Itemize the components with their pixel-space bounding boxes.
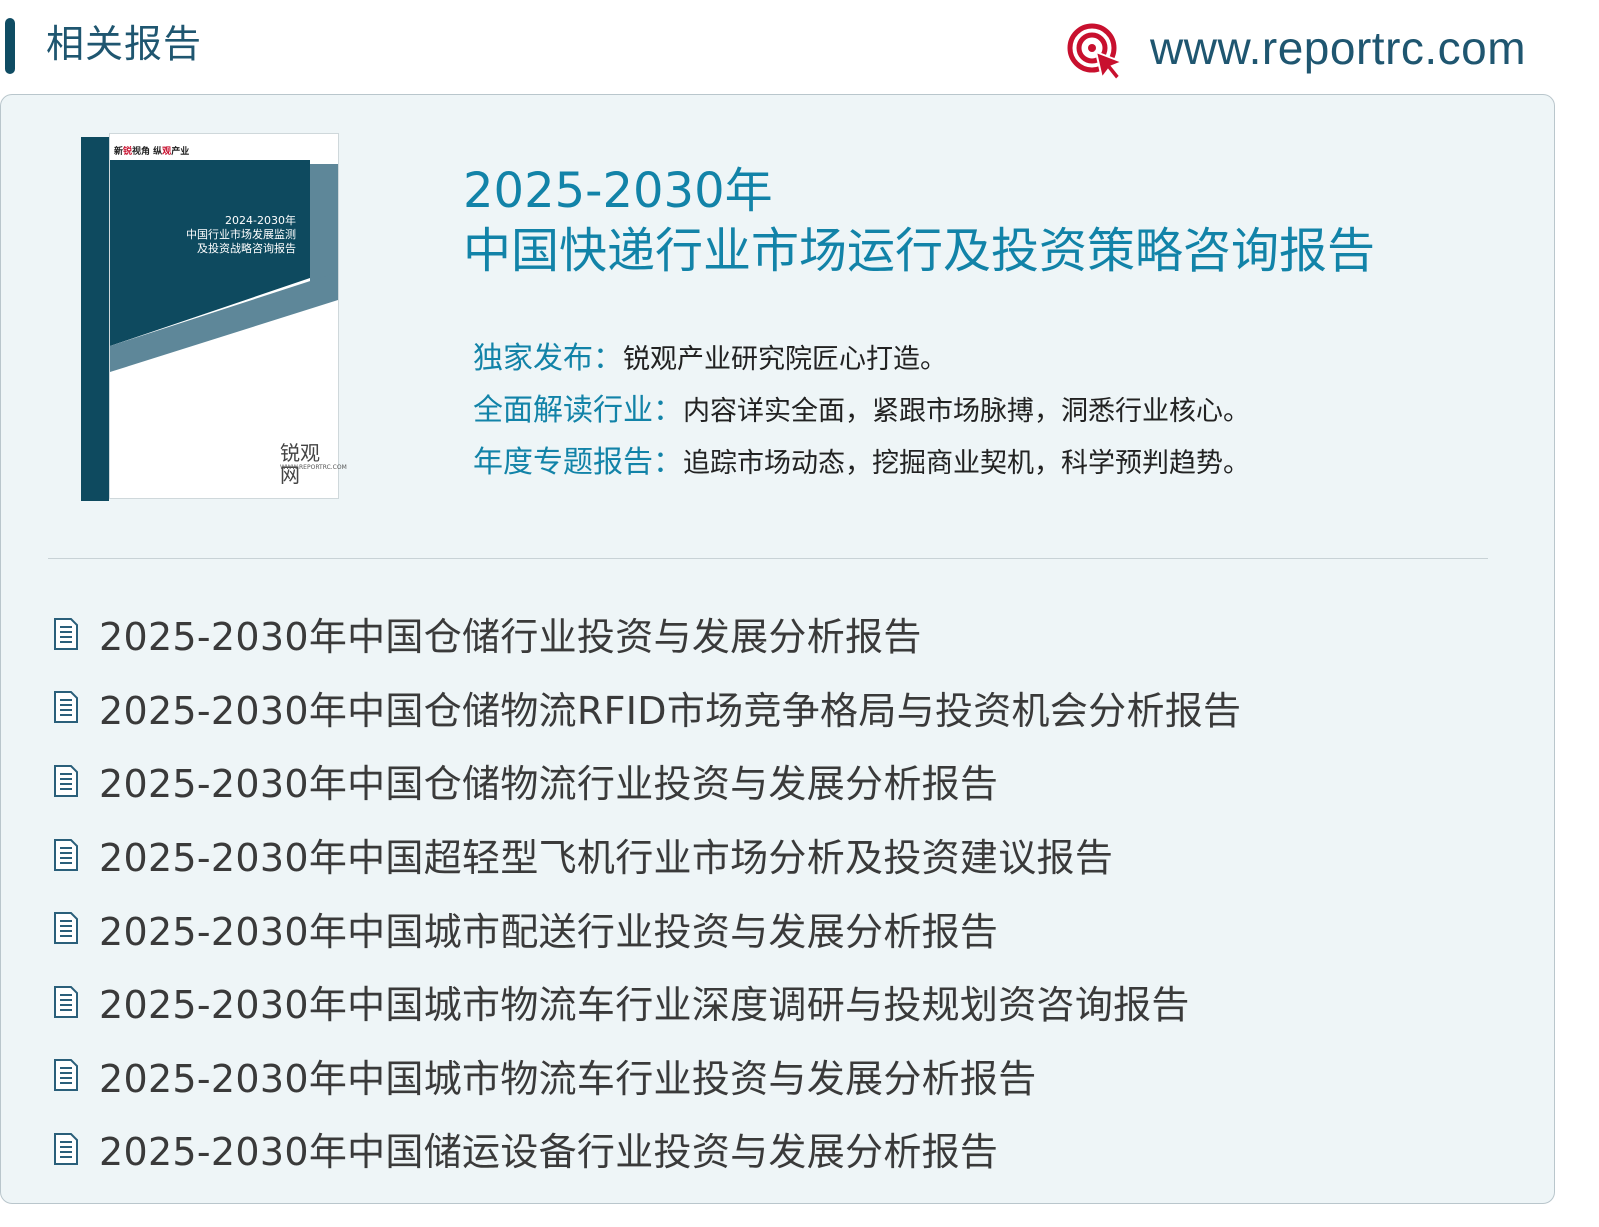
- document-icon: [54, 764, 78, 797]
- list-item[interactable]: 2025-2030年中国储运设备行业投资与发展分析报告: [51, 1112, 1241, 1186]
- target-cursor-icon[interactable]: [1066, 22, 1126, 82]
- feature-list: 独家发布：锐观产业研究院匠心打造。 全面解读行业：内容详实全面，紧跟市场脉搏，洞…: [473, 333, 1250, 489]
- site-url-link[interactable]: www.reportrc.com: [1150, 20, 1526, 76]
- list-item[interactable]: 2025-2030年中国城市物流车行业深度调研与投规划资咨询报告: [51, 965, 1241, 1039]
- divider: [48, 558, 1488, 559]
- list-item[interactable]: 2025-2030年中国超轻型飞机行业市场分析及投资建议报告: [51, 818, 1241, 892]
- header-accent-bar: [5, 18, 15, 74]
- list-item[interactable]: 2025-2030年中国仓储行业投资与发展分析报告: [51, 597, 1241, 671]
- cover-title: 2024-2030年 中国行业市场发展监测 及投资战略咨询报告: [186, 214, 296, 255]
- list-item[interactable]: 2025-2030年中国仓储物流行业投资与发展分析报告: [51, 744, 1241, 818]
- report-link[interactable]: 2025-2030年中国仓储物流行业投资与发展分析报告: [99, 753, 998, 808]
- list-item[interactable]: 2025-2030年中国城市物流车行业投资与发展分析报告: [51, 1039, 1241, 1113]
- section-title: 相关报告: [46, 22, 203, 66]
- report-link[interactable]: 2025-2030年中国城市物流车行业深度调研与投规划资咨询报告: [99, 974, 1190, 1029]
- document-icon: [54, 912, 78, 945]
- report-title[interactable]: 2025-2030年 中国快递行业市场运行及投资策略咨询报告: [463, 161, 1375, 281]
- report-link[interactable]: 2025-2030年中国城市配送行业投资与发展分析报告: [99, 901, 998, 956]
- related-report-list: 2025-2030年中国仓储行业投资与发展分析报告 2025-2030年中国仓储…: [51, 597, 1241, 1186]
- feature-item: 独家发布：锐观产业研究院匠心打造。: [473, 341, 947, 376]
- report-link[interactable]: 2025-2030年中国储运设备行业投资与发展分析报告: [99, 1121, 998, 1176]
- list-item[interactable]: 2025-2030年中国仓储物流RFID市场竞争格局与投资机会分析报告: [51, 671, 1241, 745]
- report-cover-image[interactable]: 新锐视角 纵观产业 2024-2030年 中国行业市场发展监测 及投资战略咨询报…: [81, 133, 347, 503]
- report-link[interactable]: 2025-2030年中国城市物流车行业投资与发展分析报告: [99, 1048, 1037, 1103]
- document-icon: [54, 1059, 78, 1092]
- cover-spine: [81, 137, 109, 501]
- page-header: 相关报告 www.reportrc.com: [0, 0, 1599, 94]
- feature-item: 全面解读行业：内容详实全面，紧跟市场脉搏，洞悉行业核心。: [473, 393, 1250, 428]
- document-icon: [54, 838, 78, 871]
- report-link[interactable]: 2025-2030年中国超轻型飞机行业市场分析及投资建议报告: [99, 827, 1113, 882]
- cover-graphic: [110, 160, 338, 372]
- document-icon: [54, 617, 78, 650]
- document-icon: [54, 985, 78, 1018]
- report-panel: 新锐视角 纵观产业 2024-2030年 中国行业市场发展监测 及投资战略咨询报…: [0, 94, 1555, 1204]
- cover-site: WWW.REPORTRC.COM: [280, 464, 347, 471]
- list-item[interactable]: 2025-2030年中国城市配送行业投资与发展分析报告: [51, 891, 1241, 965]
- report-link[interactable]: 2025-2030年中国仓储物流RFID市场竞争格局与投资机会分析报告: [99, 680, 1241, 735]
- cover-front: 新锐视角 纵观产业 2024-2030年 中国行业市场发展监测 及投资战略咨询报…: [109, 133, 347, 499]
- document-icon: [54, 691, 78, 724]
- report-link[interactable]: 2025-2030年中国仓储行业投资与发展分析报告: [99, 606, 922, 661]
- cover-tagline: 新锐视角 纵观产业: [114, 147, 190, 157]
- document-icon: [54, 1132, 78, 1165]
- feature-item: 年度专题报告：追踪市场动态，挖掘商业契机，科学预判趋势。: [473, 445, 1250, 480]
